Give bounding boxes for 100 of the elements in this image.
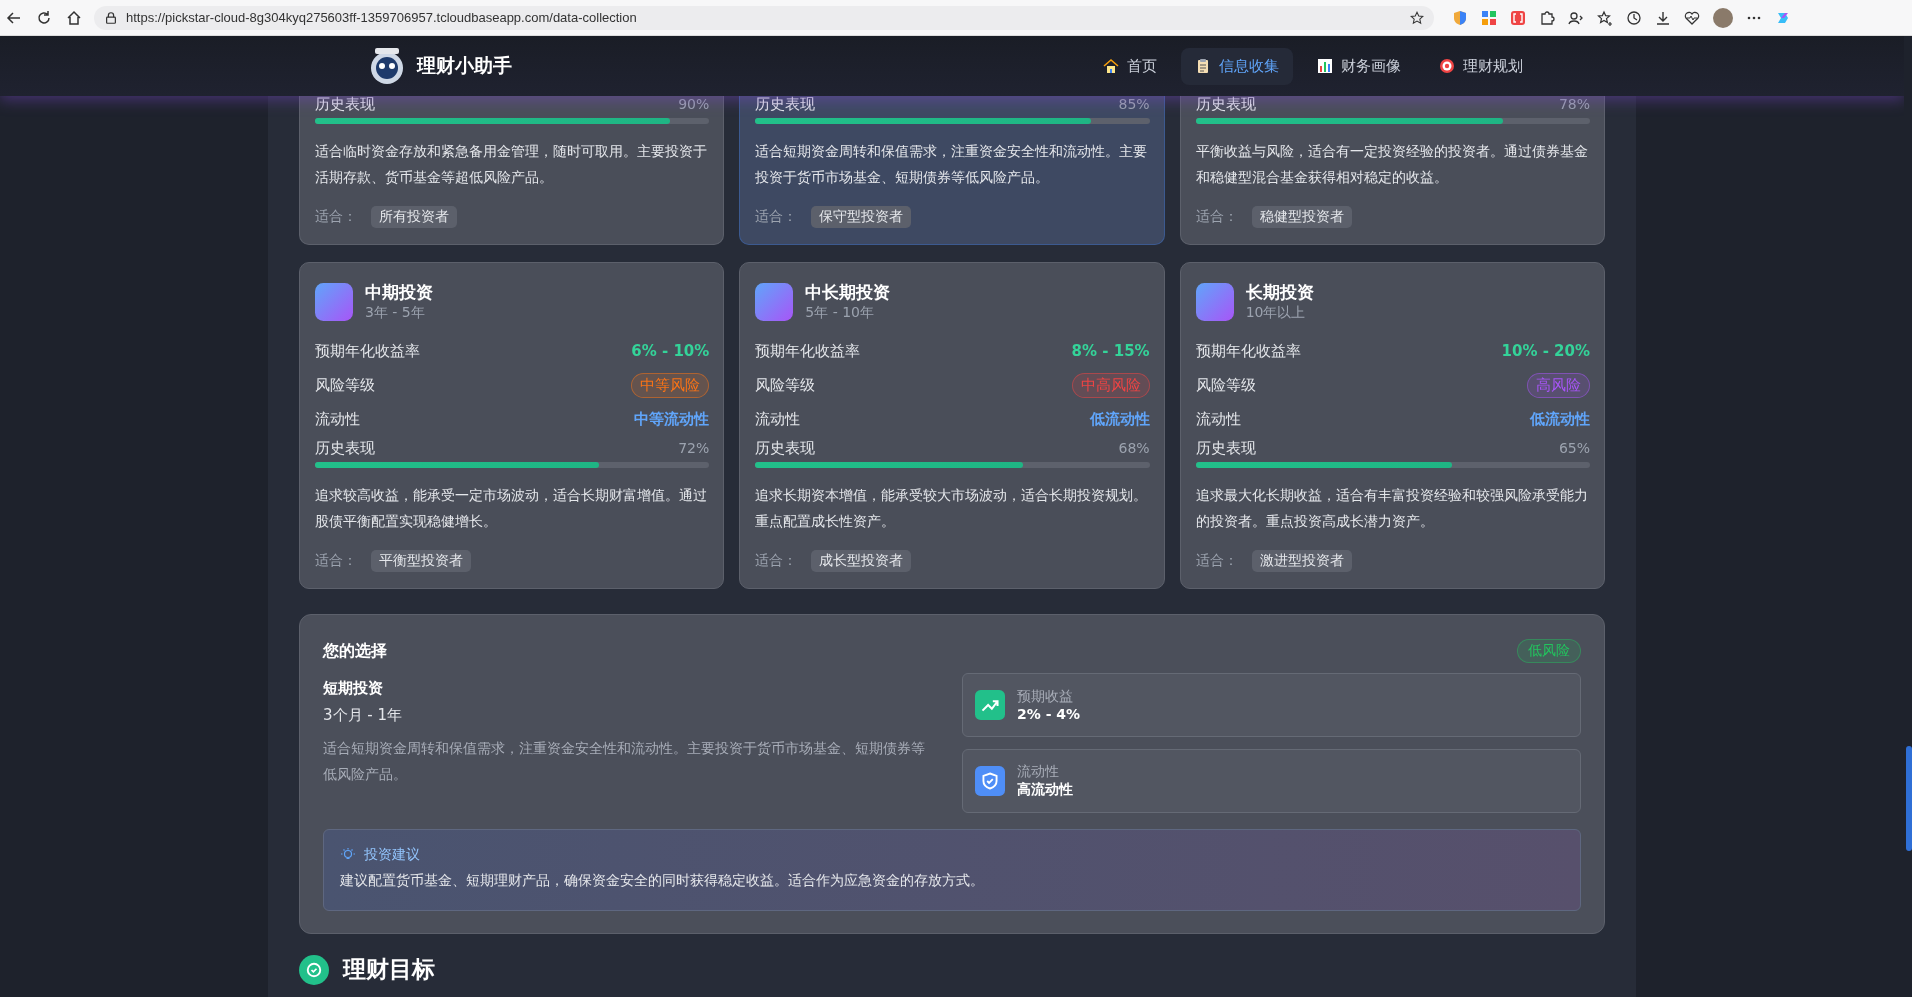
history-percent: 68% [1118,440,1150,456]
brackets-extension-icon[interactable] [1510,9,1526,26]
target-icon [1439,58,1455,74]
address-bar[interactable]: https://pickstar-cloud-8g304kyq275603ff-1359706957.tcloudbaseapp.com/data-collection [94,5,1434,30]
investor-tag: 所有投资者 [371,206,457,228]
investor-tag: 平衡型投资者 [371,550,471,572]
nav-tab[interactable]: 信息收集 [1181,47,1293,85]
puzzle-icon[interactable] [1539,9,1555,26]
plan-description: 平衡收益与风险，适合有一定投资经验的投资者。通过债券基金和稳健型混合基金获得相对稳定的收益。 [1195,142,1589,187]
field-label: 流动性 [755,409,801,429]
return-range: 8% - 15% [1071,342,1150,360]
investor-tag: 保守型投资者 [811,206,912,228]
field-label: 流动性 [315,409,360,429]
bar-chart-icon [1317,58,1333,74]
field-label: 历史表现 [315,438,375,458]
stat-value: 2% - 4% [1017,706,1081,722]
panel-title: 您的选择 [323,640,387,662]
plan-description: 追求长期资本增值，能承受较大市场波动，适合长期投资规划。重点配置成长性资产。 [755,486,1149,531]
nav-tab[interactable]: 理财规划 [1425,47,1537,85]
gradient-square-icon [1195,282,1234,321]
nav-tab[interactable]: 首页 [1089,47,1171,85]
field-label: 预期年化收益率 [1195,341,1301,361]
stat-value: 高流动性 [1017,781,1073,799]
history-percent: 65% [1558,440,1590,456]
field-label: 风险等级 [315,375,375,395]
avatar[interactable] [1713,7,1733,28]
field-label: 历史表现 [1195,438,1256,458]
nav-tab[interactable]: 财务画像 [1303,47,1415,85]
plan-description: 适合临时资金存放和紧急备用金管理，随时可取用。主要投资于活期存款、货币基金等超低风险产品。 [315,142,708,187]
shield-check-icon [975,766,1005,796]
history-icon[interactable] [1626,9,1642,26]
plan-name: 短期投资 [323,679,384,698]
suitable-label: 适合： [1195,552,1238,570]
scrollbar-thumb[interactable] [1906,746,1912,851]
plan-period: 3个月 - 1年 [323,706,404,725]
plan-card[interactable]: 长期投资 10年以上 预期年化收益率 10% - 20% 风险等级 高风险 流动性 低流动性 历史表现 65% 追求最大化长期收益，适合有丰富投资经验和较强风险承受能力的投资者。重点投资高成长潜力资产。 适合： 激进型投资者 [1179,262,1605,589]
field-label: 风险等级 [755,375,816,395]
return-range: 10% - 20% [1501,342,1590,360]
plan-period: 10年以上 [1245,304,1307,322]
favorites-icon[interactable] [1597,9,1613,26]
advice-text: 建议配置货币基金、短期理财产品，确保资金安全的同时获得稳定收益。适合作为应急资金的存放方式。 [340,872,985,890]
download-icon[interactable] [1655,9,1671,26]
grid-extension-icon[interactable] [1481,9,1497,26]
trend-up-icon [975,690,1005,720]
plan-period: 5年 - 10年 [805,304,875,322]
history-percent: 78% [1558,96,1590,112]
plan-title: 中长期投资 [805,281,891,304]
history-percent: 85% [1118,96,1150,112]
back-icon[interactable] [6,9,22,26]
suitable-label: 适合： [315,208,357,226]
section-title: 理财目标 [343,955,435,984]
risk-badge: 中高风险 [1071,372,1150,398]
plan-description: 适合短期资金周转和保值需求，注重资金安全性和流动性。主要投资于货币市场基金、短期债券等低风险产品。 [755,142,1149,187]
stat-label: 流动性 [1017,763,1060,781]
profile-switch-icon[interactable] [1568,9,1584,26]
field-label: 历史表现 [755,438,816,458]
suitable-label: 适合： [315,552,357,570]
plan-card[interactable]: 中期投资 3年 - 5年 预期年化收益率 6% - 10% 风险等级 中等风险 流动性 中等流动性 历史表现 72% 追求较高收益，能承受一定市场波动，适合长期财富增值。通过股债平衡配置实现稳健增长。 适合： 平衡型投资者 [299,262,725,589]
liquidity-value: 中等流动性 [634,409,710,429]
gradient-square-icon [755,282,794,321]
investor-tag: 稳健型投资者 [1251,206,1352,228]
field-label: 历史表现 [755,94,816,114]
plan-description: 追求最大化长期收益，适合有丰富投资经验和较强风险承受能力的投资者。重点投资高成长潜力资产。 [1195,486,1589,531]
home-icon[interactable] [66,9,82,26]
plan-period: 3年 - 5年 [365,304,426,322]
advice-title: 投资建议 [364,846,420,864]
return-range: 6% - 10% [631,342,710,360]
gradient-square-icon [315,282,353,321]
lock-icon[interactable] [104,10,118,25]
field-label: 历史表现 [1195,94,1256,114]
heartbeat-icon[interactable] [1684,9,1700,26]
field-label: 风险等级 [1195,375,1256,395]
suitable-label: 适合： [755,208,798,226]
check-circle-icon [299,954,329,985]
risk-badge: 低风险 [1517,639,1581,663]
star-icon[interactable] [1410,10,1424,25]
app-title: 理财小助手 [417,53,512,78]
shield-extension-icon[interactable] [1452,9,1468,26]
liquidity-value: 低流动性 [1530,409,1590,429]
investor-tag: 成长型投资者 [811,550,912,572]
investor-tag: 激进型投资者 [1251,550,1352,572]
url-text: https://pickstar-cloud-8g304kyq275603ff-1359706957.tcloudbaseapp.com/data-collection [126,10,638,25]
house-icon [1103,58,1119,74]
plan-description: 追求较高收益，能承受一定市场波动，适合长期财富增值。通过股债平衡配置实现稳健增长。 [315,486,708,531]
field-label: 历史表现 [315,94,375,114]
risk-badge: 高风险 [1527,372,1590,398]
clipboard-icon [1195,58,1211,74]
refresh-icon[interactable] [36,9,52,26]
plan-title: 中期投资 [365,281,433,304]
liquidity-value: 低流动性 [1089,409,1150,429]
history-percent: 90% [678,96,710,112]
risk-badge: 中等风险 [631,372,710,398]
plan-title: 长期投资 [1245,281,1314,304]
stat-label: 预期收益 [1017,688,1074,706]
plan-card[interactable]: 中长期投资 5年 - 10年 预期年化收益率 8% - 15% 风险等级 中高风险 流动性 低流动性 历史表现 68% 追求长期资本增值，能承受较大市场波动，适合长期投资规划。重点配置成长性资产。 适合： 成长型投资者 [739,262,1165,589]
history-percent: 72% [678,440,710,456]
field-label: 预期年化收益率 [315,341,420,361]
field-label: 预期年化收益率 [755,341,861,361]
plan-description: 适合短期资金周转和保值需求，注重资金安全性和流动性。主要投资于货币市场基金、短期债券等低风险产品。 [323,739,926,784]
suitable-label: 适合： [1195,208,1238,226]
